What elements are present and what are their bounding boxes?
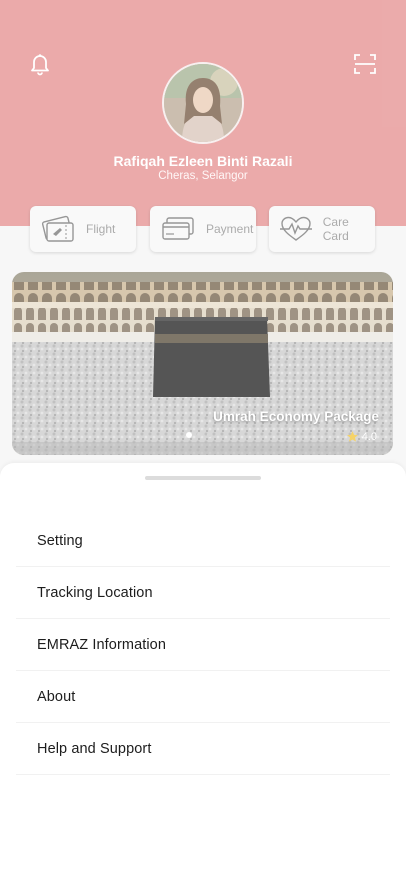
sheet-drag-handle[interactable] xyxy=(145,476,261,480)
menu-list: Setting Tracking Location EMRAZ Informat… xyxy=(16,515,390,775)
menu-item-tracking-location[interactable]: Tracking Location xyxy=(16,567,390,619)
menu-item-emraz-information[interactable]: EMRAZ Information xyxy=(16,619,390,671)
menu-item-about[interactable]: About xyxy=(16,671,390,723)
menu-item-setting[interactable]: Setting xyxy=(16,515,390,567)
menu-item-help-and-support[interactable]: Help and Support xyxy=(16,723,390,775)
bottom-sheet-menu: Setting Tracking Location EMRAZ Informat… xyxy=(0,463,406,882)
